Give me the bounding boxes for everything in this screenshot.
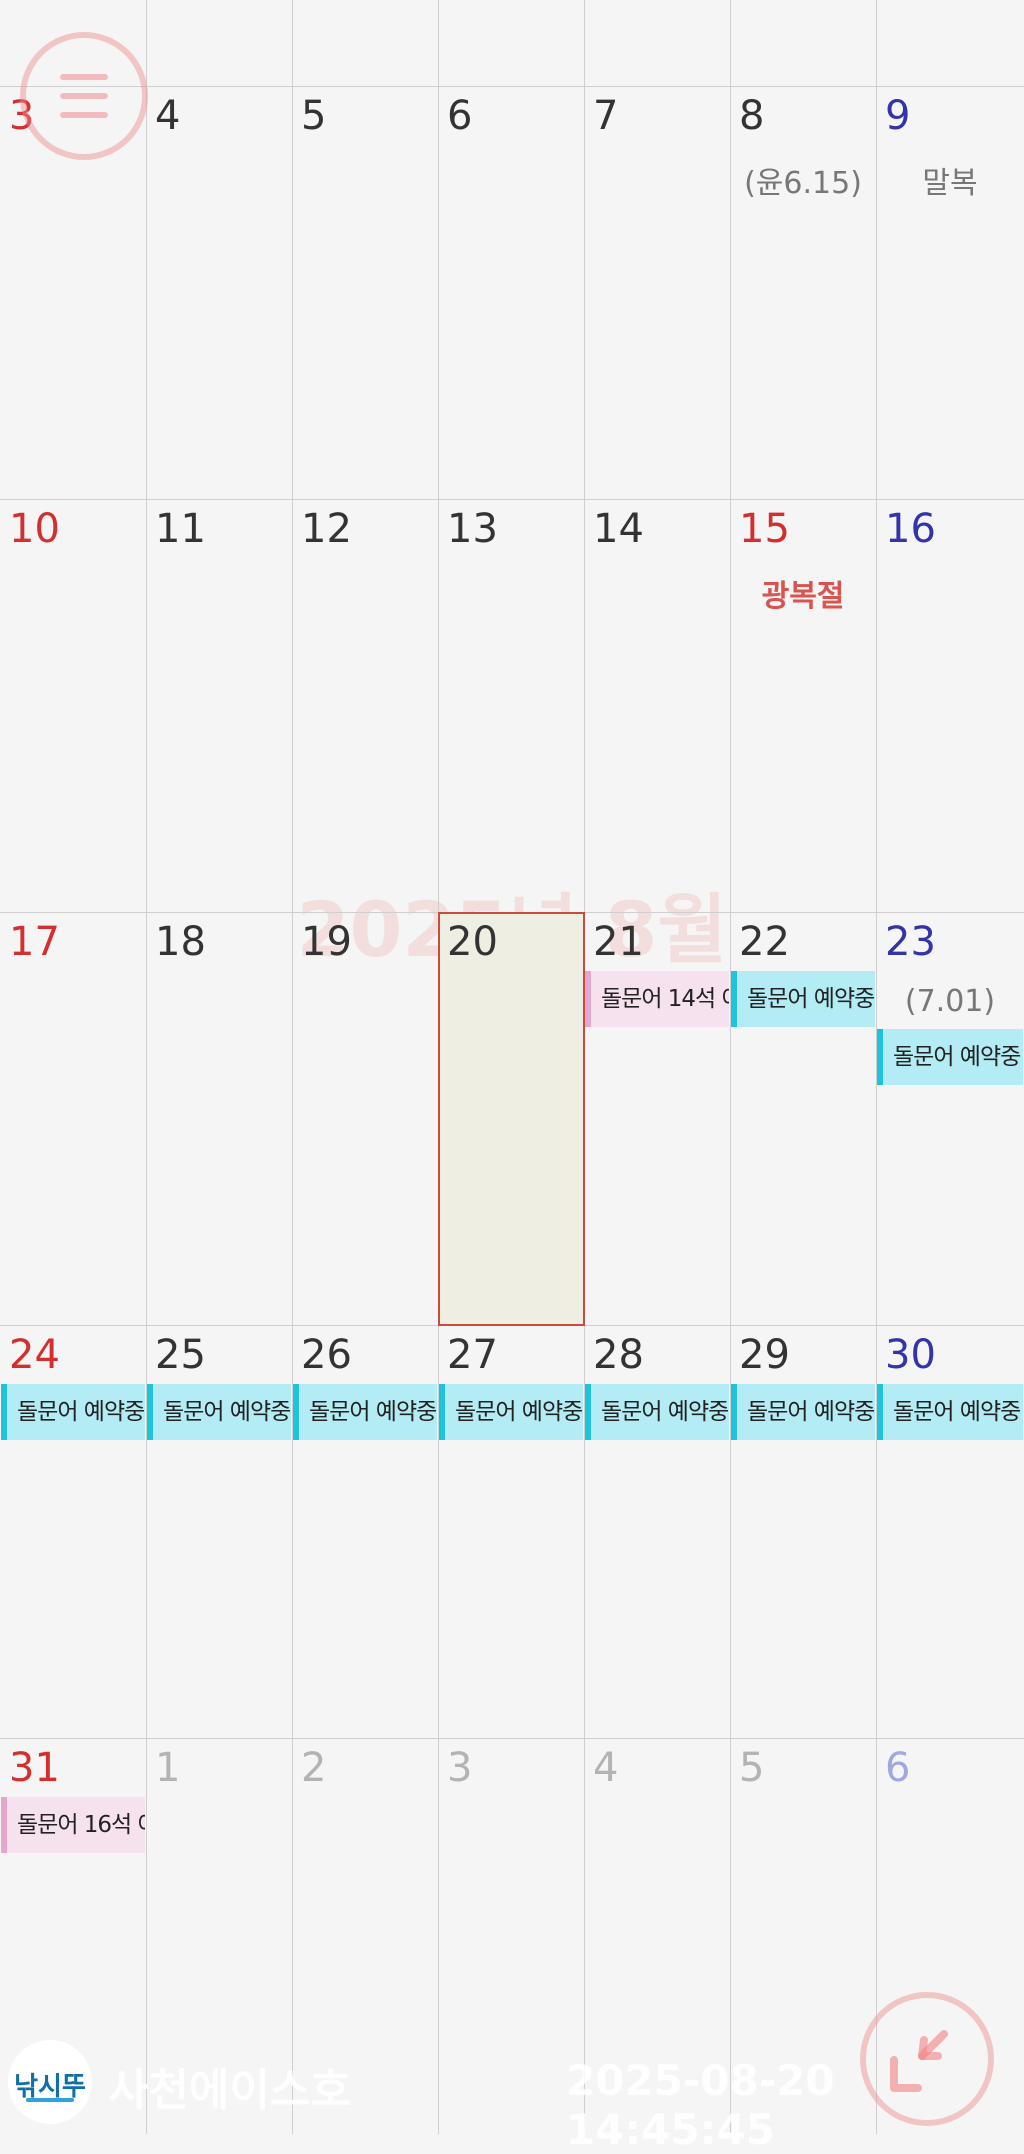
day-number: 12 xyxy=(301,506,352,552)
day-number: 6 xyxy=(447,93,473,139)
day-number: 13 xyxy=(447,506,498,552)
day-cell[interactable]: 27 돌문어 예약중 xyxy=(438,1325,584,1738)
day-number: 6 xyxy=(885,1745,911,1791)
day-cell[interactable]: 14 xyxy=(584,499,730,912)
day-number: 11 xyxy=(155,506,206,552)
lunar-date-label: (7.01) xyxy=(904,984,996,1019)
day-cell[interactable]: 21 돌문어 14석 여유 xyxy=(584,912,730,1325)
day-cell[interactable]: 18 xyxy=(146,912,292,1325)
day-number: 4 xyxy=(155,93,181,139)
app-logo: 낚시뚜 xyxy=(8,2040,92,2124)
day-number: 26 xyxy=(301,1332,352,1378)
day-number: 7 xyxy=(593,93,619,139)
day-cell[interactable]: 26 돌문어 예약중 xyxy=(292,1325,438,1738)
month-calendar: 2025년 8월 345678(윤6.15)9말복101112131415광복절… xyxy=(0,0,1024,2134)
day-number: 3 xyxy=(447,1745,473,1791)
day-number: 29 xyxy=(739,1332,790,1378)
day-number: 25 xyxy=(155,1332,206,1378)
day-number: 17 xyxy=(9,919,60,965)
booking-event[interactable]: 돌문어 예약중 xyxy=(147,1384,291,1440)
day-cell[interactable]: 15 광복절 xyxy=(730,499,876,912)
booking-event[interactable]: 돌문어 예약중 xyxy=(1,1384,145,1440)
day-number: 16 xyxy=(885,506,936,552)
day-number: 23 xyxy=(885,919,936,965)
day-number: 18 xyxy=(155,919,206,965)
today-highlight xyxy=(438,912,585,1326)
day-cell[interactable]: 5 xyxy=(292,86,438,499)
menu-button[interactable] xyxy=(20,32,148,160)
booking-event[interactable]: 돌문어 예약중 xyxy=(731,1384,875,1440)
availability-event[interactable]: 돌문어 16석 여유 xyxy=(1,1797,145,1853)
day-number: 14 xyxy=(593,506,644,552)
day-number: 19 xyxy=(301,919,352,965)
day-number: 31 xyxy=(9,1745,60,1791)
day-cell[interactable]: 24 돌문어 예약중 xyxy=(0,1325,146,1738)
day-cell[interactable]: 11 xyxy=(146,499,292,912)
booking-event[interactable]: 돌문어 예약중 xyxy=(877,1384,1023,1440)
lunar-date-label: (윤6.15) xyxy=(744,166,862,201)
day-number: 22 xyxy=(739,919,790,965)
day-cell[interactable]: 3 xyxy=(438,1738,584,2134)
day-number: 2 xyxy=(301,1745,327,1791)
day-cell[interactable]: 7 xyxy=(584,86,730,499)
day-number: 1 xyxy=(155,1745,181,1791)
day-number: 21 xyxy=(593,919,644,965)
day-cell[interactable]: 30 돌문어 예약중 xyxy=(876,1325,1024,1738)
booking-event[interactable]: 돌문어 예약중 xyxy=(585,1384,729,1440)
timestamp: 2025-08-20 14:45:45 xyxy=(566,2056,835,2154)
day-number: 5 xyxy=(739,1745,765,1791)
day-number: 30 xyxy=(885,1332,936,1378)
day-cell[interactable]: 23 (7.01) 돌문어 예약중 xyxy=(876,912,1024,1325)
booking-event[interactable]: 돌문어 예약중 xyxy=(731,971,875,1027)
day-number: 28 xyxy=(593,1332,644,1378)
day-cell[interactable]: 9 말복 xyxy=(876,86,1024,499)
availability-event[interactable]: 돌문어 14석 여유 xyxy=(585,971,729,1027)
day-cell[interactable]: 8 (윤6.15) xyxy=(730,86,876,499)
day-cell[interactable]: 6 xyxy=(438,86,584,499)
day-number: 5 xyxy=(301,93,327,139)
day-cell[interactable]: 17 xyxy=(0,912,146,1325)
day-cell[interactable]: 29 돌문어 예약중 xyxy=(730,1325,876,1738)
day-cell[interactable]: 22 돌문어 예약중 xyxy=(730,912,876,1325)
holiday-label: 광복절 xyxy=(761,579,845,614)
lunar-date-label: 말복 xyxy=(922,166,978,201)
day-number: 27 xyxy=(447,1332,498,1378)
day-cell[interactable]: 20 xyxy=(438,912,585,1326)
day-cell[interactable]: 4 xyxy=(146,86,292,499)
day-number: 24 xyxy=(9,1332,60,1378)
day-number: 4 xyxy=(593,1745,619,1791)
day-cell[interactable]: 16 xyxy=(876,499,1024,912)
wave-icon xyxy=(26,2098,74,2102)
day-cell[interactable]: 12 xyxy=(292,499,438,912)
booking-event[interactable]: 돌문어 예약중 xyxy=(439,1384,583,1440)
day-cell[interactable]: 25 돌문어 예약중 xyxy=(146,1325,292,1738)
day-cell[interactable]: 19 xyxy=(292,912,438,1325)
day-number: 15 xyxy=(739,506,790,552)
day-cell[interactable]: 10 xyxy=(0,499,146,912)
day-cell[interactable]: 28 돌문어 예약중 xyxy=(584,1325,730,1738)
day-number: 20 xyxy=(447,919,498,965)
booking-event[interactable]: 돌문어 예약중 xyxy=(877,1029,1023,1085)
day-number: 9 xyxy=(885,93,911,139)
boat-name: 사천에이스호 xyxy=(108,2065,351,2116)
day-number: 10 xyxy=(9,506,60,552)
day-number: 8 xyxy=(739,93,765,139)
booking-event[interactable]: 돌문어 예약중 xyxy=(293,1384,437,1440)
day-cell[interactable]: 13 xyxy=(438,499,584,912)
